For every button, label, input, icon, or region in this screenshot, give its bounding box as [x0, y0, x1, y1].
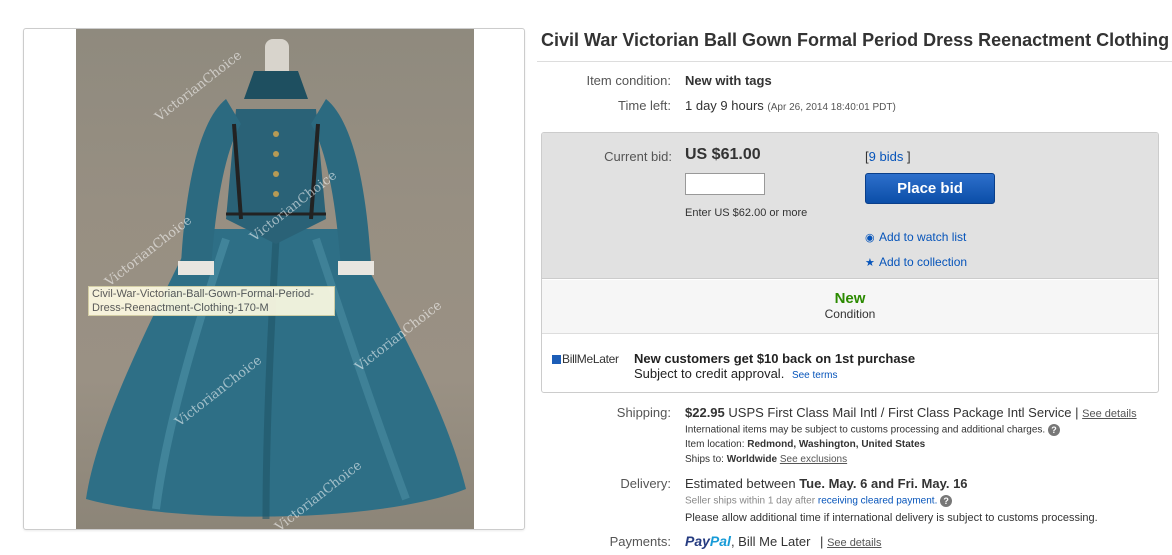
time-left-end-date: (Apr 26, 2014 18:40:01 PDT) [767, 102, 896, 113]
add-to-watch-list-link[interactable]: ◉ Add to watch list [865, 230, 966, 244]
item-location-value: Redmond, Washington, United States [747, 439, 926, 450]
shipping-label: Shipping: [616, 405, 671, 420]
add-to-collection-link[interactable]: ★ Add to collection [865, 255, 967, 269]
condition-box-value: New [834, 290, 866, 307]
ships-to: Ships to: Worldwide See exclusions [685, 454, 847, 465]
seller-ships-within: Seller ships within 1 day after receivin… [685, 495, 953, 507]
gown-illustration [86, 39, 466, 520]
bid-box: Current bid: US $61.00 Enter US $62.00 o… [541, 132, 1159, 393]
billmelater-subtext: Subject to credit approval. [634, 366, 785, 381]
condition-box: New Condition [542, 280, 1158, 334]
billmelater-promo: New customers get $10 back on 1st purcha… [634, 351, 915, 383]
customs-note: International items may be subject to cu… [685, 424, 1060, 436]
item-location-label: Item location: [685, 439, 745, 450]
help-icon[interactable]: ? [940, 495, 953, 507]
checkbox-icon [552, 355, 561, 365]
bid-hint: Enter US $62.00 or more [685, 207, 808, 219]
listing-title: Civil War Victorian Ball Gown Formal Per… [541, 30, 1170, 50]
delivery-label: Delivery: [620, 476, 671, 491]
product-image-panel[interactable]: VictorianChoice VictorianChoice Victoria… [23, 28, 525, 530]
payments-label: Payments: [609, 534, 671, 549]
shipping-details-link[interactable]: See details [1082, 408, 1136, 420]
shipping-cost: $22.95 [685, 405, 725, 420]
shipping-line: $22.95 USPS First Class Mail Intl / Firs… [685, 405, 1137, 420]
ships-to-label: Ships to: [685, 454, 724, 465]
product-photo[interactable]: VictorianChoice VictorianChoice Victoria… [76, 29, 474, 529]
eye-icon: ◉ [865, 232, 875, 244]
bids-history-link[interactable]: 9 bids [869, 149, 904, 164]
billmelater-headline: New customers get $10 back on 1st purcha… [634, 351, 916, 366]
see-exclusions-link[interactable]: See exclusions [780, 454, 847, 465]
bid-panel: Current bid: US $61.00 Enter US $62.00 o… [542, 133, 1158, 279]
intl-delivery-note: Please allow additional time if internat… [685, 512, 1098, 524]
bid-count: [9 bids ] [865, 149, 911, 164]
place-bid-button[interactable]: Place bid [865, 173, 995, 204]
item-location: Item location: Redmond, Washington, Unit… [685, 439, 925, 450]
current-bid-label: Current bid: [604, 149, 672, 164]
cleared-payment-link[interactable]: receiving cleared payment. [818, 496, 938, 507]
bid-amount-input[interactable] [685, 173, 765, 195]
time-left-value: 1 day 9 hours (Apr 26, 2014 18:40:01 PDT… [685, 98, 896, 113]
condition-label: Item condition: [586, 73, 671, 88]
shipping-service: USPS First Class Mail Intl / First Class… [728, 405, 1079, 420]
payments-details-link[interactable]: See details [827, 537, 881, 549]
billmelater-logo[interactable]: BillMeLater [552, 352, 619, 366]
see-terms-link[interactable]: See terms [792, 370, 838, 381]
time-left-label: Time left: [618, 98, 671, 113]
ships-to-value: Worldwide [726, 454, 778, 465]
payments-line: PayPal, Bill Me Later | See details [685, 533, 882, 549]
title-divider [537, 61, 1172, 62]
payment-methods: , Bill Me Later [730, 534, 811, 549]
delivery-dates: Tue. May. 6 and Fri. May. 16 [799, 476, 968, 491]
time-left-duration: 1 day 9 hours [685, 98, 764, 113]
condition-box-label: Condition [824, 307, 876, 321]
star-icon: ★ [865, 257, 875, 269]
condition-value: New with tags [685, 73, 772, 88]
delivery-estimate: Estimated between Tue. May. 6 and Fri. M… [685, 476, 968, 491]
paypal-logo: PayPal [685, 533, 731, 549]
current-bid-price: US $61.00 [685, 146, 761, 163]
help-icon[interactable]: ? [1047, 424, 1060, 436]
image-tooltip: Civil-War-Victorian-Ball-Gown-Formal-Per… [88, 286, 335, 316]
